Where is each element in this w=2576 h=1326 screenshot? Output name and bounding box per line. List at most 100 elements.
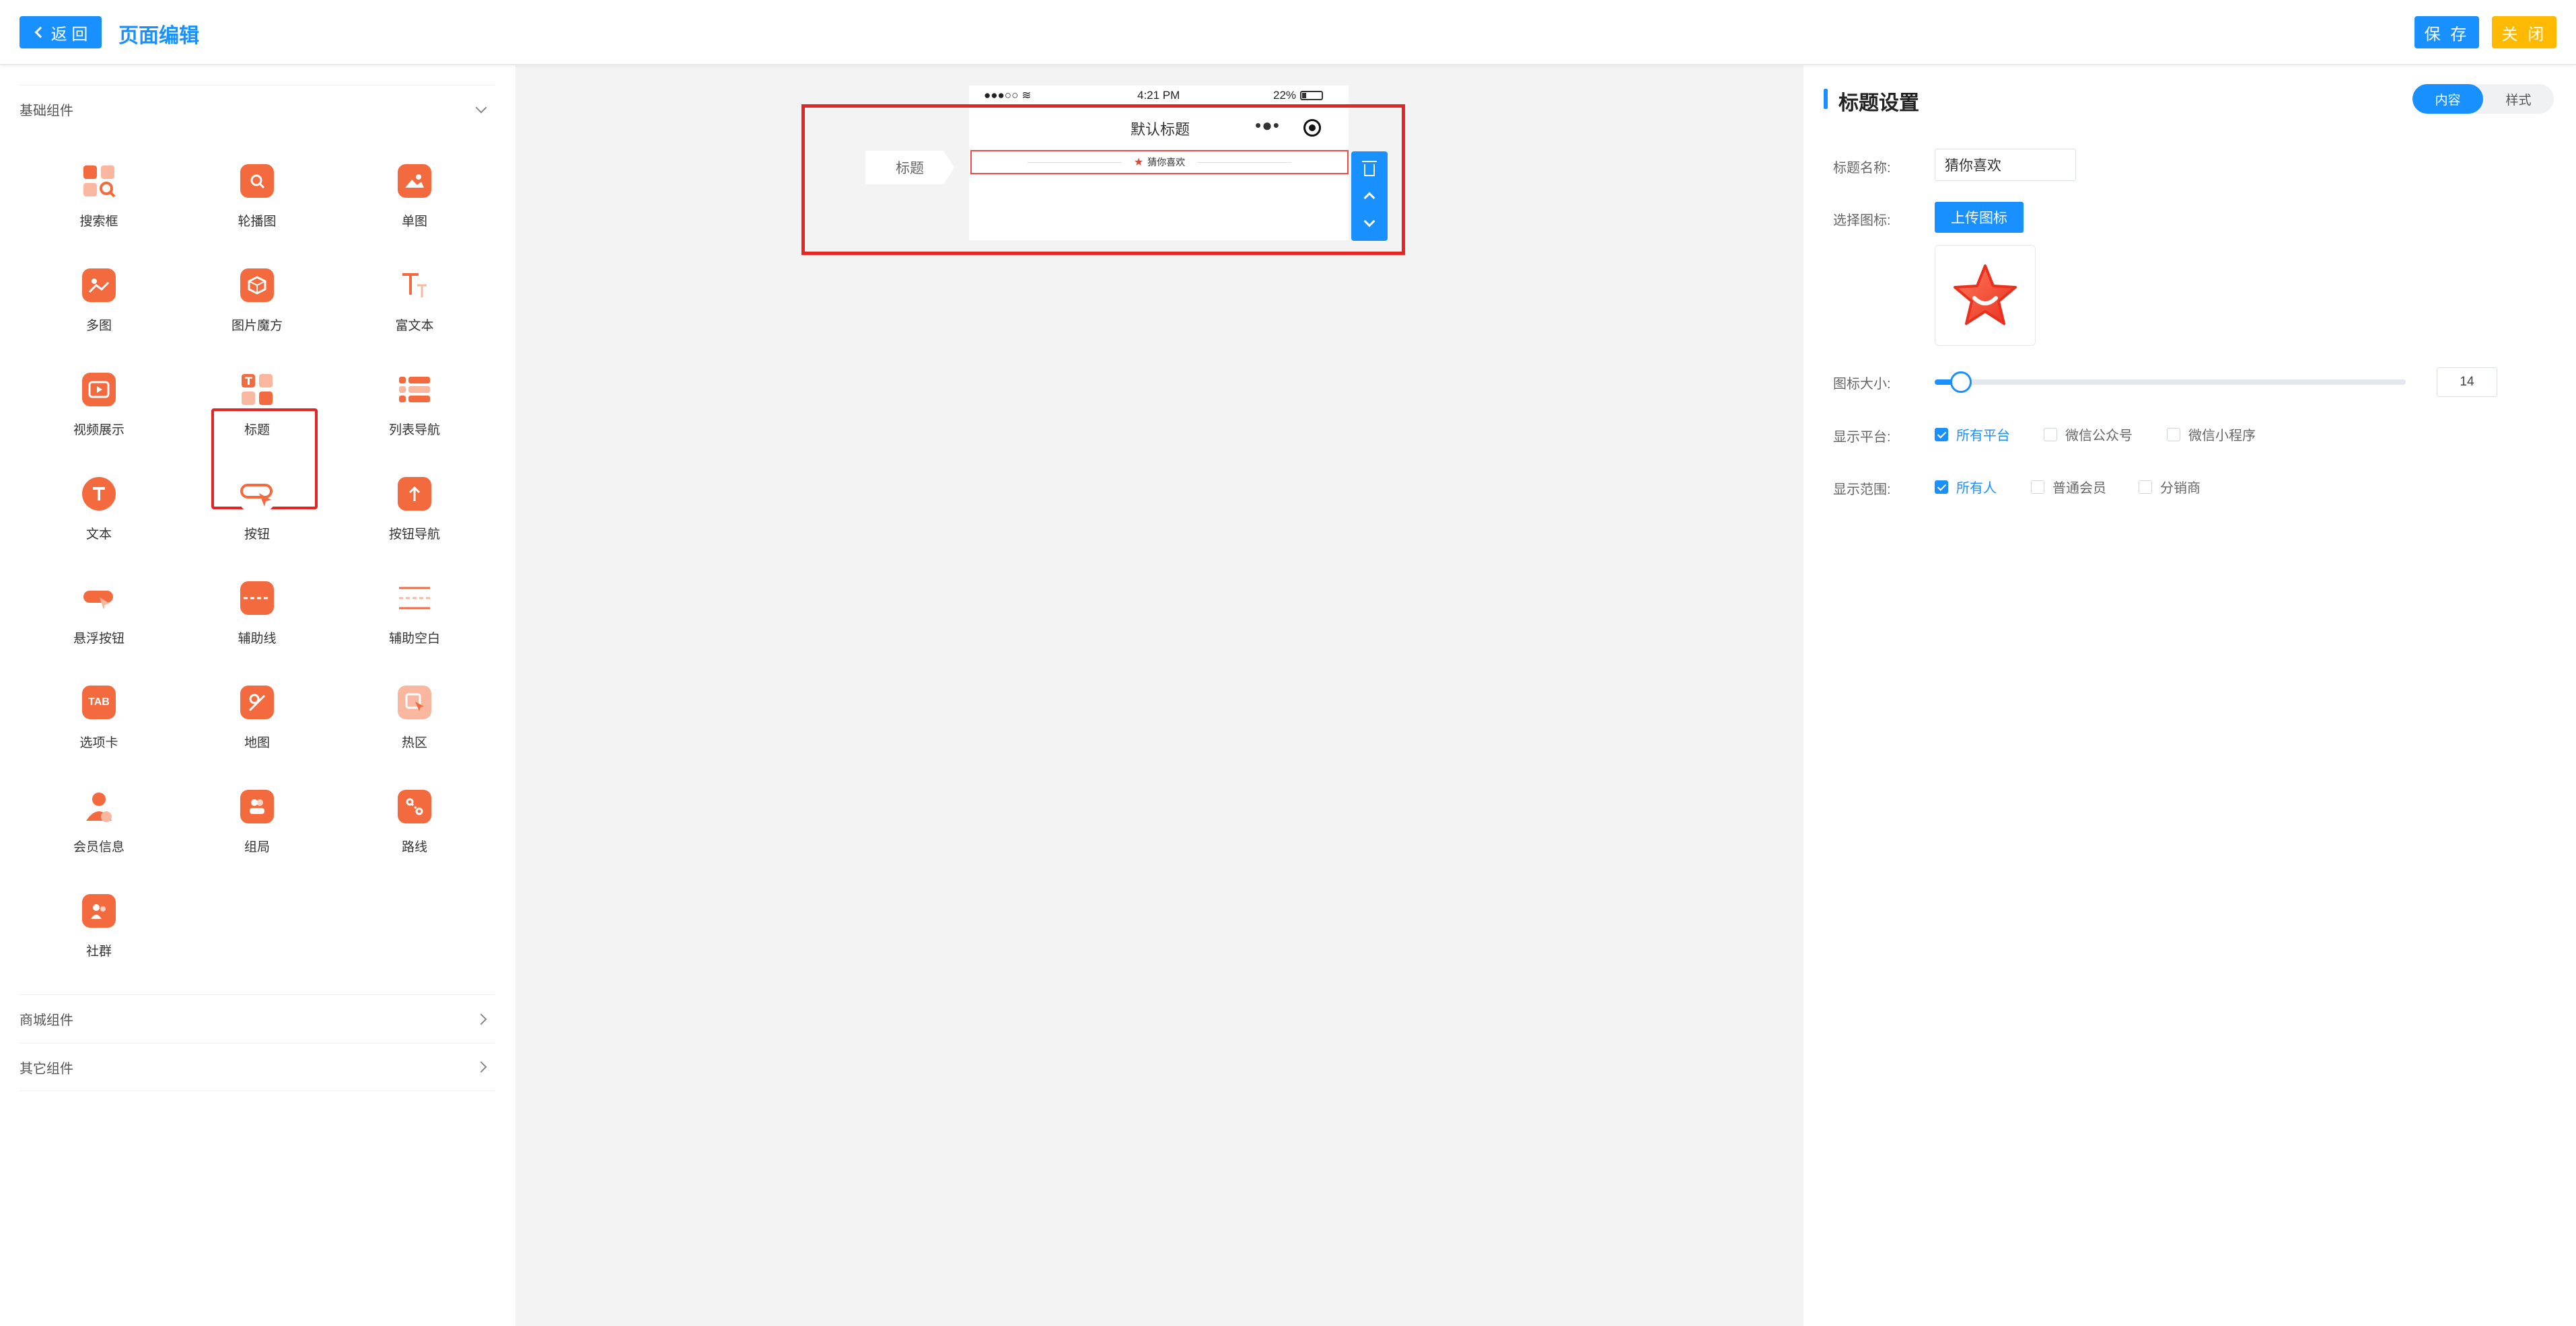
multi-image-icon (82, 268, 116, 302)
component-float-button[interactable]: 悬浮按钮 (38, 560, 159, 654)
icon-size-label: 图标大小: (1833, 377, 1891, 392)
component-rich-text[interactable]: 富文本 (354, 247, 475, 341)
component-hotspot[interactable]: 热区 (354, 664, 475, 758)
component-label: 轮播图 (238, 215, 277, 229)
save-button[interactable]: 保 存 (2414, 16, 2479, 48)
platform-wechat-mp-checkbox[interactable]: 微信公众号 (2044, 425, 2133, 444)
component-label: 列表导航 (388, 423, 440, 437)
component-label: 组局 (244, 840, 270, 854)
video-icon (82, 373, 116, 406)
settings-title: 标题设置 (1838, 92, 1919, 114)
component-sidebar: 基础组件 搜索框 轮播图 单图 多图 图片魔方 富文本 视频展示 T 标题 列表… (0, 65, 515, 1326)
component-label: 按钮导航 (388, 527, 440, 542)
settings-panel: 标题设置 内容 样式 标题名称: 猜你喜欢 选择图标: 上传图标 图标大小: 1… (1803, 65, 2576, 1326)
icon-size-slider[interactable] (1935, 371, 2406, 393)
component-search-box[interactable]: 搜索框 (38, 143, 159, 237)
member-icon (82, 790, 116, 823)
move-down-button[interactable] (1359, 213, 1380, 233)
component-community[interactable]: 社群 (38, 873, 159, 967)
single-image-icon (398, 164, 431, 198)
group-mall-components[interactable]: 商城组件 (20, 994, 495, 1043)
status-time: 4:21 PM (1137, 89, 1180, 102)
chevron-right-icon (475, 1013, 487, 1025)
title-name-label: 标题名称: (1833, 161, 1891, 176)
component-group[interactable]: 组局 (196, 768, 318, 862)
component-single-image[interactable]: 单图 (354, 143, 475, 237)
phone-status-bar: ●●●○○ ≋ 4:21 PM 22% (969, 85, 1349, 106)
group-label: 其它组件 (20, 1061, 73, 1076)
checkbox-label: 分销商 (2160, 481, 2201, 496)
scope-distributor-checkbox[interactable]: 分销商 (2139, 477, 2201, 496)
component-route[interactable]: 路线 (354, 768, 475, 862)
platform-all-checkbox[interactable]: 所有平台 (1935, 425, 2010, 444)
chevron-up-icon (1363, 192, 1375, 204)
component-side-tag: 标题 (865, 151, 954, 184)
platform-mini-program-checkbox[interactable]: 微信小程序 (2167, 425, 2256, 444)
tab-icon: TAB (82, 686, 116, 719)
component-guide-line[interactable]: 辅助线 (196, 560, 318, 654)
group-label: 商城组件 (20, 1013, 73, 1028)
upload-icon-button[interactable]: 上传图标 (1935, 202, 2024, 233)
component-video[interactable]: 视频展示 (38, 351, 159, 445)
route-icon (398, 790, 431, 823)
select-icon-label: 选择图标: (1833, 213, 1891, 228)
component-tab[interactable]: TAB 选项卡 (38, 664, 159, 758)
group-label: 基础组件 (20, 104, 73, 118)
scope-label: 显示范围: (1833, 482, 1891, 497)
hotspot-icon (398, 686, 431, 719)
chevron-left-icon (34, 26, 46, 38)
back-button[interactable]: 返 回 (20, 16, 102, 48)
component-image-cube[interactable]: 图片魔方 (196, 247, 318, 341)
checkbox-icon (1935, 427, 1948, 441)
group-icon (240, 790, 274, 823)
chevron-right-icon (475, 1061, 487, 1073)
component-label: 路线 (401, 840, 427, 854)
scope-everyone-checkbox[interactable]: 所有人 (1935, 477, 1997, 496)
scope-member-checkbox[interactable]: 普通会员 (2031, 477, 2106, 496)
component-label: 搜索框 (79, 215, 118, 229)
component-title[interactable]: T 标题 (196, 351, 318, 445)
component-label: 标题 (244, 423, 270, 437)
component-button-nav[interactable]: 按钮导航 (354, 455, 475, 550)
blank-space-icon (398, 581, 431, 615)
settings-tabs: 内容 样式 (2412, 84, 2554, 114)
move-up-button[interactable] (1359, 186, 1380, 206)
tab-style[interactable]: 样式 (2483, 84, 2554, 114)
component-label: 辅助空白 (388, 632, 440, 646)
page-title: 页面编辑 (118, 25, 199, 47)
title-accent-bar (1824, 89, 1828, 109)
icon-preview[interactable] (1935, 245, 2036, 346)
component-label: 按钮 (244, 527, 270, 542)
component-list-nav[interactable]: 列表导航 (354, 351, 475, 445)
delete-button[interactable] (1359, 159, 1380, 179)
component-label: 选项卡 (79, 736, 118, 750)
svg-text:T: T (245, 375, 252, 388)
checkbox-icon (2139, 480, 2152, 494)
float-button-icon (82, 581, 116, 615)
slider-handle[interactable] (1949, 371, 1972, 393)
icon-size-input[interactable]: 14 (2437, 367, 2497, 397)
component-button[interactable]: 按钮 (196, 455, 318, 550)
checkbox-label: 微信公众号 (2065, 429, 2133, 443)
tab-content[interactable]: 内容 (2412, 84, 2483, 114)
checkbox-label: 普通会员 (2052, 481, 2106, 496)
rich-text-icon (398, 268, 431, 302)
component-text[interactable]: 文本 (38, 455, 159, 550)
component-blank-space[interactable]: 辅助空白 (354, 560, 475, 654)
component-carousel[interactable]: 轮播图 (196, 143, 318, 237)
trash-icon (1362, 161, 1377, 177)
star-icon (1954, 264, 2017, 325)
close-button[interactable]: 关 闭 (2492, 16, 2556, 48)
title-name-input[interactable]: 猜你喜欢 (1935, 149, 2076, 181)
component-label: 会员信息 (73, 840, 124, 854)
group-other-components[interactable]: 其它组件 (20, 1043, 495, 1091)
component-label: 富文本 (395, 319, 434, 333)
component-label: 文本 (85, 527, 112, 542)
group-basic-components[interactable]: 基础组件 (20, 85, 495, 133)
component-member[interactable]: 会员信息 (38, 768, 159, 862)
image-cube-icon (240, 268, 274, 302)
checkbox-icon (2044, 427, 2057, 441)
component-multi-image[interactable]: 多图 (38, 247, 159, 341)
component-map[interactable]: 地图 (196, 664, 318, 758)
component-label: 悬浮按钮 (73, 632, 124, 646)
